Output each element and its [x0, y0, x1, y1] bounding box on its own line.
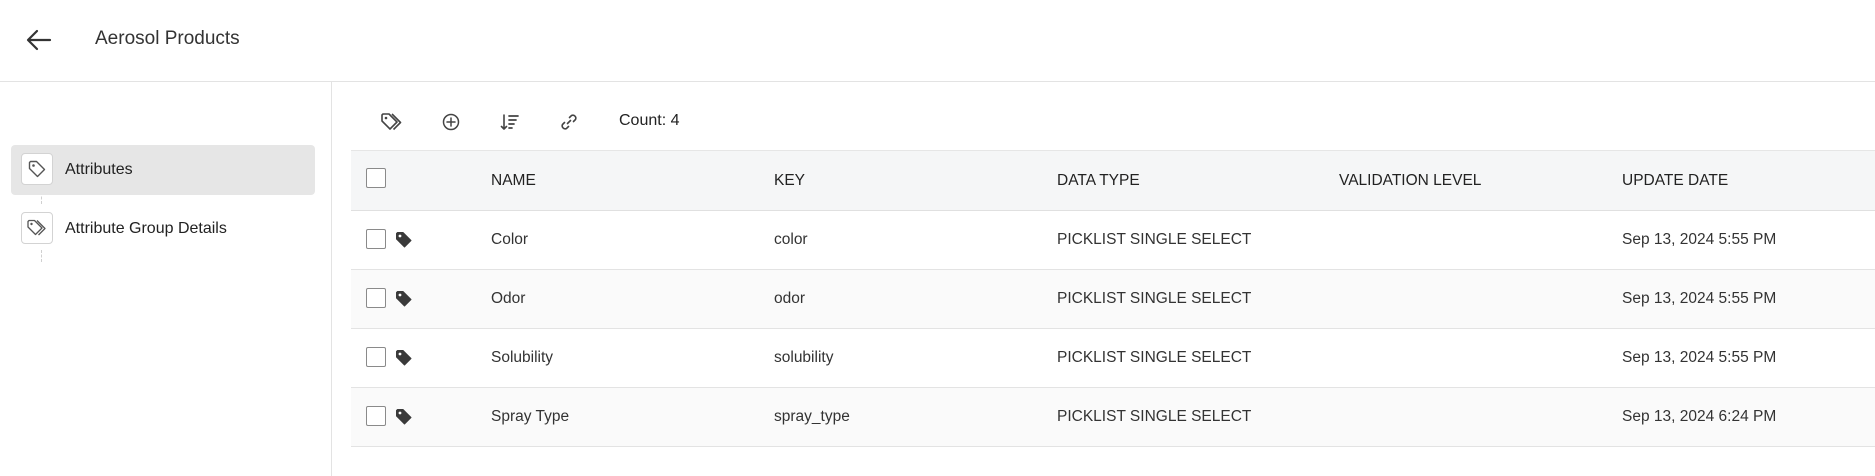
row-checkbox[interactable] — [366, 229, 386, 249]
row-checkbox[interactable] — [366, 347, 386, 367]
select-all-checkbox[interactable] — [366, 168, 386, 188]
page-header: Aerosol Products — [0, 0, 1875, 82]
add-circle-icon — [442, 113, 460, 131]
sidebar-item-attribute-group-details[interactable]: Attribute Group Details — [11, 204, 315, 254]
cell-name: Odor — [491, 290, 526, 307]
add-attribute-button[interactable] — [431, 102, 471, 142]
table-header: NAME KEY DATA TYPE VALIDATION LEVEL UPDA… — [351, 150, 1875, 211]
column-header-name[interactable]: NAME — [491, 151, 536, 210]
table-row[interactable]: Odor odor PICKLIST SINGLE SELECT Sep 13,… — [351, 270, 1875, 329]
tag-icon — [396, 291, 412, 307]
cell-update-date: Sep 13, 2024 6:24 PM — [1622, 408, 1777, 425]
tag-outline-icon — [21, 153, 53, 185]
cell-key: odor — [774, 290, 806, 307]
column-header-key[interactable]: KEY — [774, 151, 805, 210]
tags-icon — [381, 113, 402, 131]
row-checkbox[interactable] — [366, 406, 386, 426]
back-button[interactable] — [22, 25, 56, 55]
column-header-validation-level[interactable]: VALIDATION LEVEL — [1339, 151, 1481, 210]
record-count: Count: 4 — [619, 112, 680, 129]
cell-data-type: PICKLIST SINGLE SELECT — [1057, 231, 1252, 248]
sort-button[interactable] — [490, 102, 530, 142]
cell-data-type: PICKLIST SINGLE SELECT — [1057, 290, 1252, 307]
arrow-left-icon — [26, 29, 52, 51]
cell-data-type: PICKLIST SINGLE SELECT — [1057, 349, 1252, 366]
column-header-update-date[interactable]: UPDATE DATE — [1622, 151, 1728, 210]
tag-icon — [396, 232, 412, 248]
table-row[interactable]: Color color PICKLIST SINGLE SELECT Sep 1… — [351, 211, 1875, 270]
cell-name: Solubility — [491, 349, 554, 366]
cell-key: spray_type — [774, 408, 850, 425]
sort-icon — [500, 114, 519, 130]
cell-key: color — [774, 231, 808, 248]
cell-data-type: PICKLIST SINGLE SELECT — [1057, 408, 1252, 425]
table-row[interactable]: Spray Type spray_type PICKLIST SINGLE SE… — [351, 388, 1875, 447]
attributes-table: NAME KEY DATA TYPE VALIDATION LEVEL UPDA… — [351, 150, 1875, 447]
row-checkbox[interactable] — [366, 288, 386, 308]
cell-update-date: Sep 13, 2024 5:55 PM — [1622, 349, 1777, 366]
tag-icon — [396, 409, 412, 425]
cell-update-date: Sep 13, 2024 5:55 PM — [1622, 231, 1777, 248]
link-icon — [561, 114, 577, 130]
table-row[interactable]: Solubility solubility PICKLIST SINGLE SE… — [351, 329, 1875, 388]
cell-name: Color — [491, 231, 529, 248]
cell-update-date: Sep 13, 2024 5:55 PM — [1622, 290, 1777, 307]
tag-icon — [396, 350, 412, 366]
sidebar: Attributes Attribute Group Details — [0, 82, 332, 476]
page-title: Aerosol Products — [95, 28, 240, 49]
link-button[interactable] — [549, 102, 589, 142]
sidebar-item-label: Attribute Group Details — [65, 220, 227, 237]
cell-key: solubility — [774, 349, 834, 366]
column-header-data-type[interactable]: DATA TYPE — [1057, 151, 1140, 210]
cell-name: Spray Type — [491, 408, 570, 425]
sidebar-item-label: Attributes — [65, 161, 133, 178]
manage-tags-button[interactable] — [372, 102, 412, 142]
tags-outline-icon — [21, 212, 53, 244]
sidebar-item-attributes[interactable]: Attributes — [11, 145, 315, 195]
